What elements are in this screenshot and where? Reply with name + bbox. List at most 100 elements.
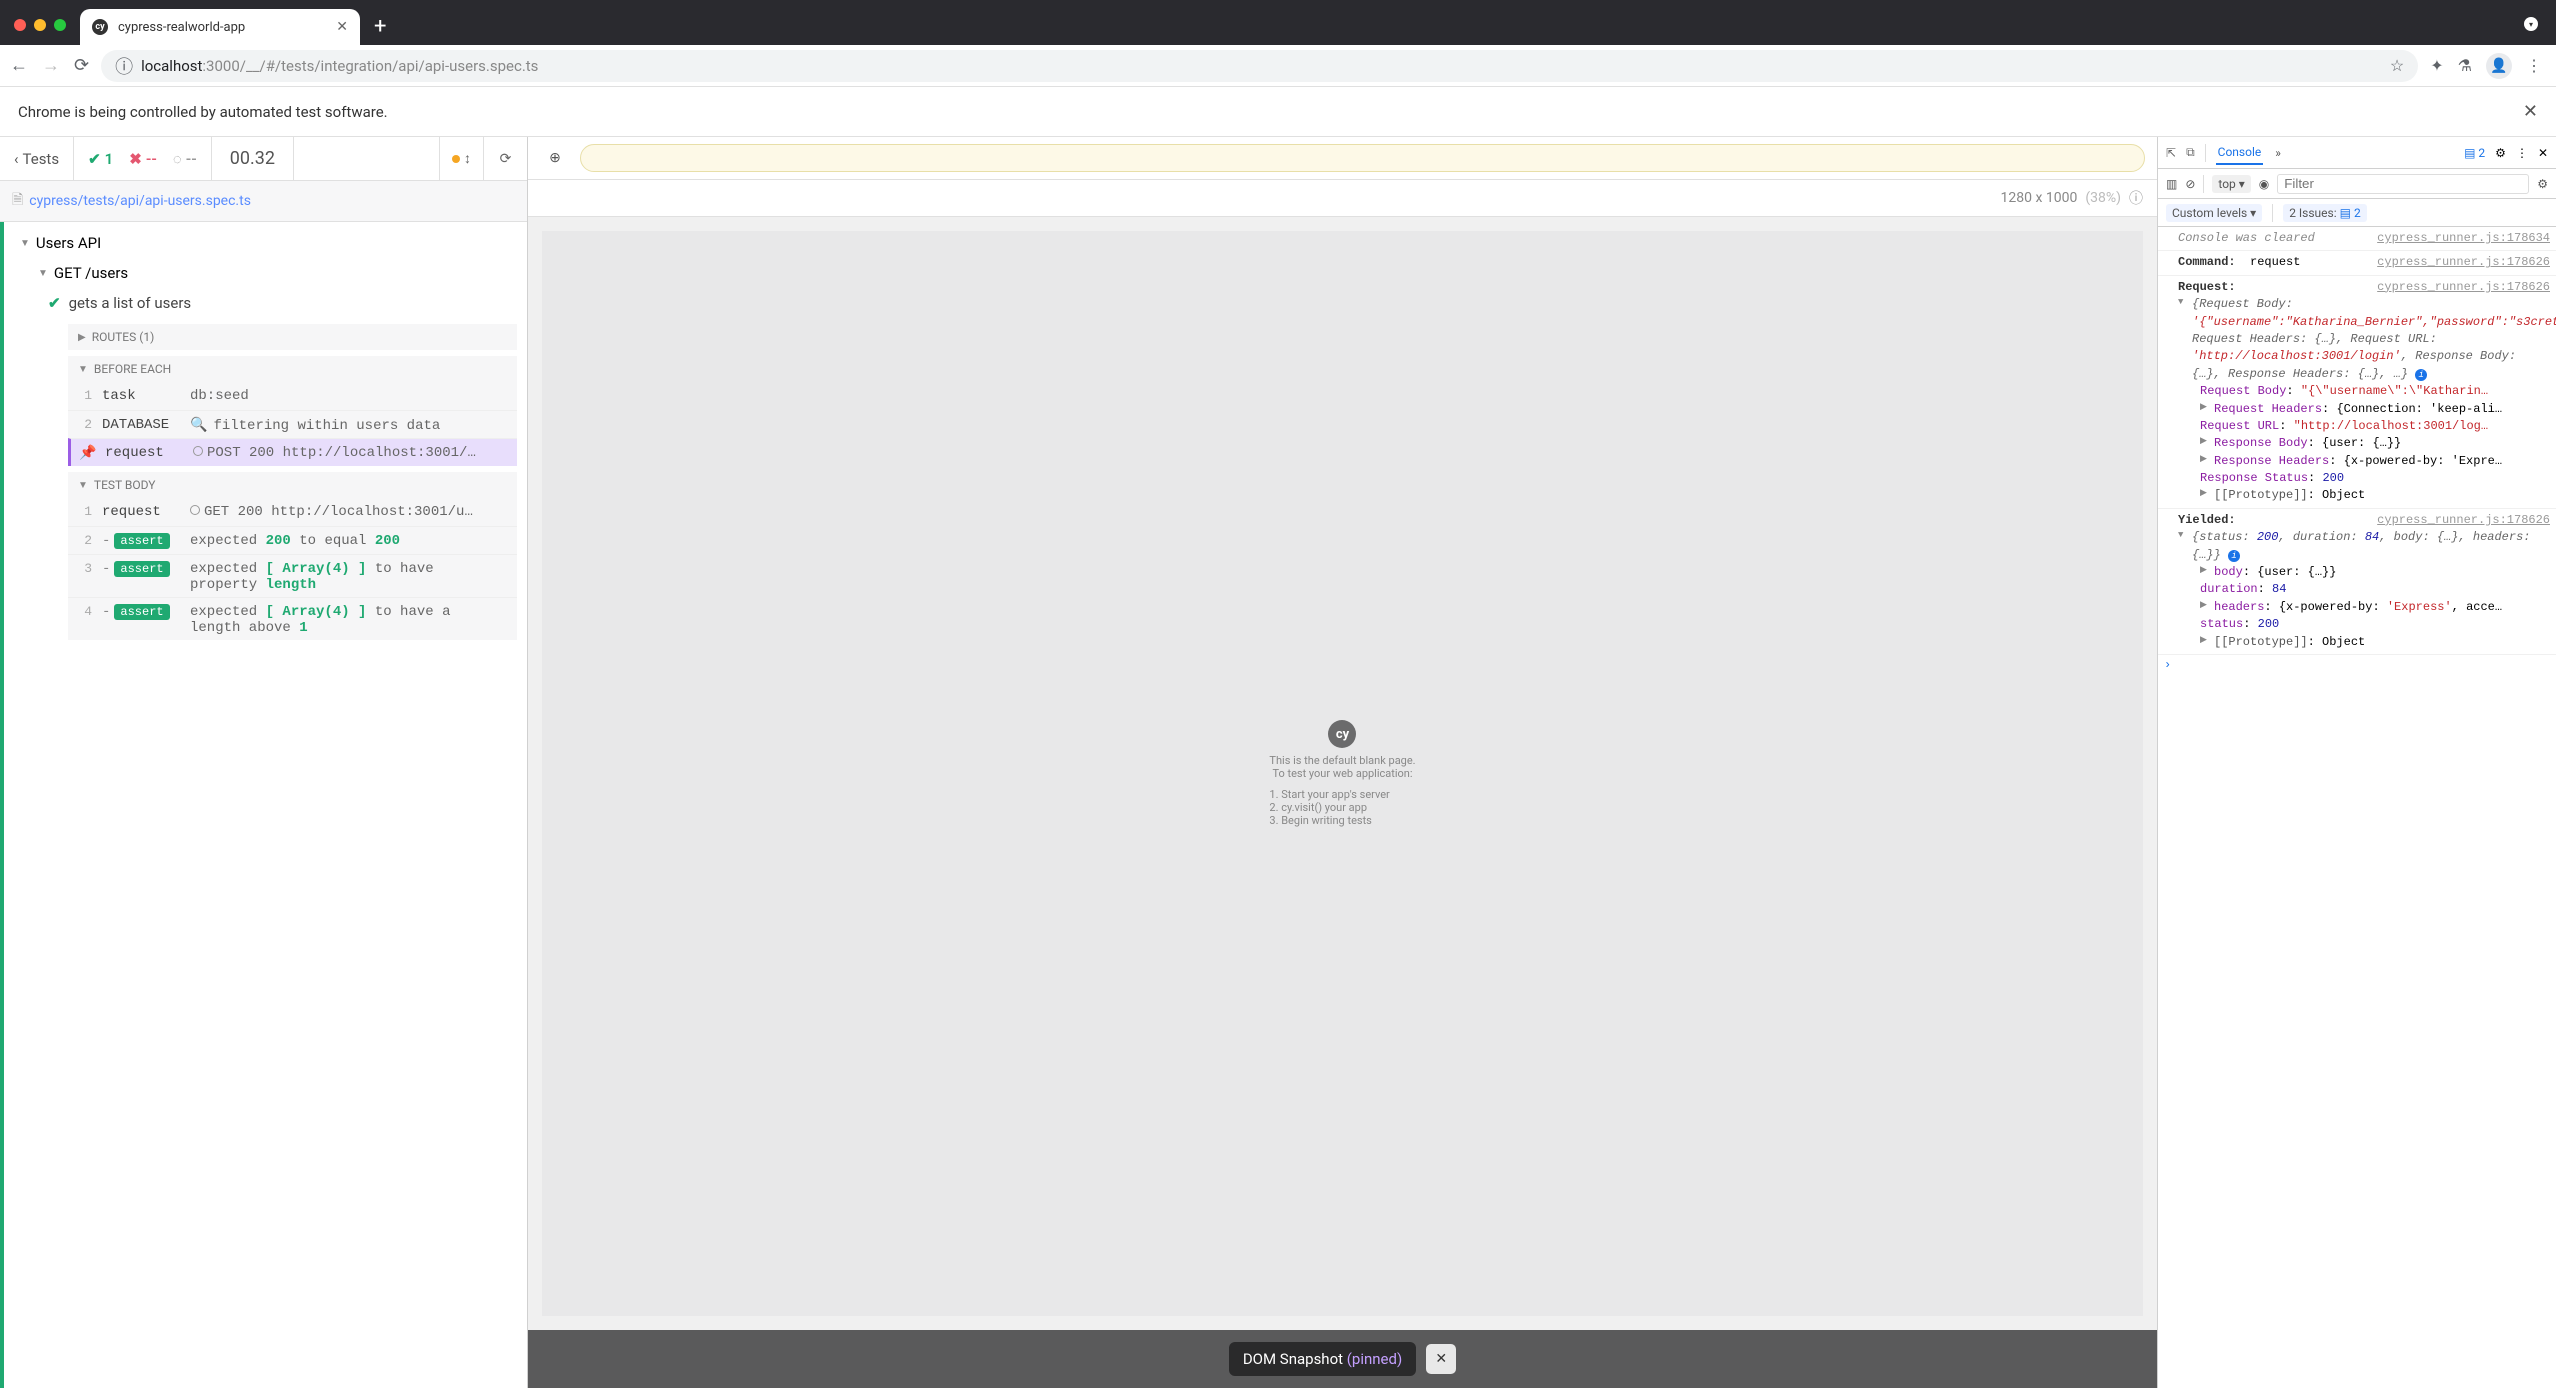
close-devtools-icon[interactable]: ✕ bbox=[2538, 146, 2548, 160]
source-link[interactable]: cypress_runner.js:178634 bbox=[2377, 230, 2550, 247]
inspect-element-icon[interactable]: ⇱ bbox=[2166, 146, 2176, 160]
console-tab[interactable]: Console bbox=[2216, 141, 2264, 165]
clear-console-icon[interactable]: ⊘ bbox=[2185, 177, 2195, 191]
object-property[interactable]: status: 200 bbox=[2200, 616, 2550, 633]
settings-gear-icon[interactable]: ⚙ bbox=[2495, 146, 2506, 160]
info-icon[interactable]: i bbox=[2228, 550, 2240, 562]
rerun-button[interactable]: ⟳ bbox=[483, 137, 527, 181]
console-filter-input[interactable] bbox=[2277, 174, 2529, 194]
issues-button[interactable]: 2 Issues: ▤ 2 bbox=[2283, 204, 2367, 222]
before-each-label[interactable]: ▼BEFORE EACH bbox=[68, 356, 517, 382]
console-message[interactable]: cypress_runner.js:178634 Console was cle… bbox=[2158, 227, 2556, 251]
chevron-left-icon: ‹ bbox=[14, 150, 19, 168]
selector-playground-button[interactable]: ⊕ bbox=[540, 143, 570, 173]
object-expand[interactable]: Request Headers: {Connection: 'keep-ali… bbox=[2200, 401, 2550, 418]
more-tabs-icon[interactable]: » bbox=[2273, 142, 2283, 164]
spec-path[interactable]: 🗎 cypress/tests/api/api-users.spec.ts bbox=[0, 181, 527, 222]
aut-iframe[interactable]: cy This is the default blank page. To te… bbox=[542, 231, 2143, 1316]
command-row[interactable]: 📌requestPOST 200 http://localhost:3001/… bbox=[68, 438, 517, 466]
address-bar[interactable]: ⓘ localhost:3000/__/#/tests/integration/… bbox=[101, 50, 2418, 82]
object-expand[interactable]: [[Prototype]]: Object bbox=[2200, 634, 2550, 651]
object-expand[interactable]: {Request Body: '{"username":"Katharina_B… bbox=[2178, 296, 2550, 383]
command-row[interactable]: 1requestGET 200 http://localhost:3001/u… bbox=[68, 498, 517, 526]
sidebar-toggle-icon[interactable]: ▥ bbox=[2166, 177, 2177, 191]
tab-overflow-icon[interactable]: ▾ bbox=[2524, 17, 2538, 31]
browser-tab[interactable]: cy cypress-realworld-app ✕ bbox=[80, 9, 360, 45]
console-settings-gear-icon[interactable]: ⚙ bbox=[2537, 177, 2548, 191]
info-icon[interactable]: i bbox=[2415, 369, 2427, 381]
check-icon: ✔ bbox=[48, 294, 61, 312]
console-message[interactable]: cypress_runner.js:178626 Command: reques… bbox=[2158, 251, 2556, 275]
browser-tab-strip: cy cypress-realworld-app ✕ + ▾ bbox=[0, 0, 2556, 45]
command-row[interactable]: 3-assertexpected [ Array(4) ] to have pr… bbox=[68, 554, 517, 597]
console-message[interactable]: cypress_runner.js:178626 Request: {Reque… bbox=[2158, 276, 2556, 509]
close-infobar-icon[interactable]: ✕ bbox=[2523, 101, 2538, 122]
reload-button[interactable]: ⟳ bbox=[74, 55, 89, 76]
kebab-menu-icon[interactable]: ⋮ bbox=[2526, 56, 2542, 75]
extensions-icon[interactable]: ✦ bbox=[2430, 56, 2443, 75]
context-selector[interactable]: top ▾ bbox=[2212, 175, 2250, 193]
test-body-label[interactable]: ▼TEST BODY bbox=[68, 472, 517, 498]
tab-title: cypress-realworld-app bbox=[118, 20, 326, 35]
source-link[interactable]: cypress_runner.js:178626 bbox=[2377, 512, 2550, 529]
file-icon: 🗎 bbox=[12, 189, 23, 213]
kebab-menu-icon[interactable]: ⋮ bbox=[2516, 146, 2528, 160]
bookmark-star-icon[interactable]: ☆ bbox=[2390, 56, 2404, 75]
command-row[interactable]: 1taskdb:seed bbox=[68, 382, 517, 410]
object-expand[interactable]: [[Prototype]]: Object bbox=[2200, 487, 2550, 504]
command-row[interactable]: 4-assertexpected [ Array(4) ] to have a … bbox=[68, 597, 517, 640]
minimize-window-button[interactable] bbox=[34, 19, 46, 31]
command-row[interactable]: 2-assertexpected 200 to equal 200 bbox=[68, 526, 517, 554]
assert-badge: assert bbox=[114, 604, 169, 620]
live-expression-icon[interactable]: ◉ bbox=[2259, 177, 2269, 191]
dom-snapshot-pill: DOM Snapshot (pinned) bbox=[1229, 1342, 1416, 1376]
suite-row[interactable]: ▼Users API bbox=[4, 228, 527, 258]
forward-button[interactable]: → bbox=[42, 55, 60, 76]
console-message[interactable]: cypress_runner.js:178626 Yielded: {statu… bbox=[2158, 509, 2556, 655]
unpin-snapshot-button[interactable]: ✕ bbox=[1426, 1344, 1456, 1374]
source-link[interactable]: cypress_runner.js:178626 bbox=[2377, 279, 2550, 296]
object-expand[interactable]: Response Body: {user: {…}} bbox=[2200, 435, 2550, 452]
automation-message: Chrome is being controlled by automated … bbox=[18, 103, 388, 121]
suite-row[interactable]: ▼GET /users bbox=[4, 258, 527, 288]
messages-badge[interactable]: ▤ 2 bbox=[2464, 146, 2485, 160]
maximize-window-button[interactable] bbox=[54, 19, 66, 31]
info-icon[interactable]: ⓘ bbox=[2129, 188, 2143, 208]
object-property[interactable]: duration: 84 bbox=[2200, 581, 2550, 598]
device-toolbar-icon[interactable]: ⧉ bbox=[2186, 145, 2195, 160]
search-icon: 🔍 bbox=[190, 418, 207, 434]
object-property[interactable]: Request Body: "{\"username\":\"Katharin… bbox=[2200, 383, 2550, 400]
blank-page-message: cy This is the default blank page. To te… bbox=[1269, 720, 1415, 827]
close-tab-icon[interactable]: ✕ bbox=[336, 19, 348, 35]
aut-panel: ⊕ 1280 x 1000 (38%) ⓘ cy This is the def… bbox=[528, 137, 2158, 1388]
object-property[interactable]: Request URL: "http://localhost:3001/log… bbox=[2200, 418, 2550, 435]
viewport-size: 1280 x 1000 bbox=[2001, 190, 2078, 206]
command-row[interactable]: 2DATABASE🔍filtering within users data bbox=[68, 410, 517, 438]
site-info-icon[interactable]: ⓘ bbox=[115, 53, 133, 79]
object-expand[interactable]: {status: 200, duration: 84, body: {…}, h… bbox=[2178, 529, 2550, 564]
object-expand[interactable]: body: {user: {…}} bbox=[2200, 564, 2550, 581]
object-property[interactable]: Response Status: 200 bbox=[2200, 470, 2550, 487]
source-link[interactable]: cypress_runner.js:178626 bbox=[2377, 254, 2550, 271]
url-toolbar: ← → ⟳ ⓘ localhost:3000/__/#/tests/integr… bbox=[0, 45, 2556, 87]
cypress-favicon: cy bbox=[92, 19, 108, 35]
window-controls bbox=[0, 19, 80, 45]
auto-scroll-toggle[interactable]: ↕ bbox=[439, 137, 483, 181]
new-tab-button[interactable]: + bbox=[360, 14, 400, 45]
object-expand[interactable]: headers: {x-powered-by: 'Express', acce… bbox=[2200, 599, 2550, 616]
console-prompt[interactable]: › bbox=[2158, 655, 2556, 676]
test-row[interactable]: ✔gets a list of users bbox=[4, 288, 527, 318]
cypress-logo-icon: cy bbox=[1328, 720, 1356, 748]
routes-toggle[interactable]: ▶ROUTES (1) bbox=[68, 324, 517, 350]
object-expand[interactable]: Response Headers: {x-powered-by: 'Expre… bbox=[2200, 453, 2550, 470]
back-button[interactable]: ← bbox=[10, 55, 28, 76]
close-window-button[interactable] bbox=[14, 19, 26, 31]
log-level-selector[interactable]: Custom levels ▾ bbox=[2166, 204, 2262, 222]
cypress-reporter: ‹ Tests ✔ 1 ✖ -- ◌ -- 00.32 ↕ ⟳ 🗎 cypres… bbox=[0, 137, 528, 1388]
automation-infobar: Chrome is being controlled by automated … bbox=[0, 87, 2556, 137]
back-to-tests-button[interactable]: ‹ Tests bbox=[0, 137, 74, 180]
aut-url-bar[interactable] bbox=[580, 144, 2145, 172]
passed-count: ✔ 1 bbox=[88, 150, 113, 168]
profile-avatar[interactable]: 👤 bbox=[2486, 53, 2512, 79]
lab-flask-icon[interactable]: ⚗ bbox=[2458, 56, 2472, 75]
